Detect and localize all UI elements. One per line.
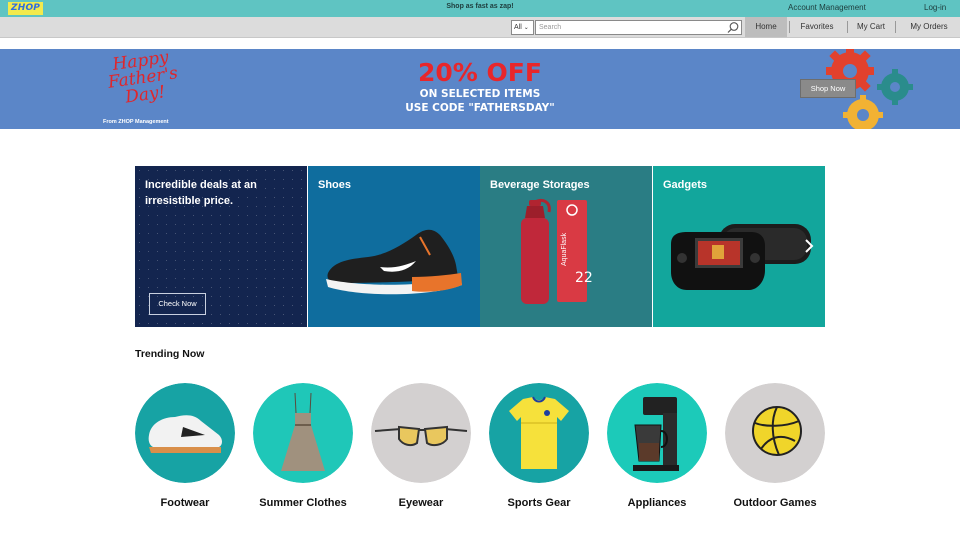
nav-my-orders[interactable]: My Orders bbox=[903, 17, 955, 37]
deals-title: Incredible deals at an irresistible pric… bbox=[145, 179, 257, 207]
search-icon[interactable] bbox=[726, 21, 740, 34]
sneaker-image bbox=[326, 229, 462, 295]
banner-from-text: From ZHOP Management bbox=[103, 119, 169, 125]
login-link[interactable]: Log-in bbox=[924, 3, 946, 12]
category-title: Shoes bbox=[318, 179, 352, 191]
shop-now-button[interactable]: Shop Now bbox=[800, 79, 856, 98]
trending-item-sports-gear[interactable] bbox=[489, 383, 589, 483]
category-select-value: All bbox=[514, 24, 522, 31]
category-title: Beverage Storages bbox=[490, 179, 590, 191]
promo-discount: 20% OFF bbox=[418, 58, 542, 87]
top-bar: ZHOP Shop as fast as zap! Account Manage… bbox=[0, 0, 960, 17]
eyeglasses-image bbox=[371, 383, 471, 483]
account-management-link[interactable]: Account Management bbox=[788, 3, 866, 12]
water-bottle-image: AquaFlask 22 bbox=[521, 198, 593, 304]
svg-text:AquaFlask: AquaFlask bbox=[561, 232, 568, 266]
chevron-down-icon: ⌄ bbox=[523, 25, 529, 31]
trending-item-footwear[interactable] bbox=[135, 383, 235, 483]
trending-item-summer-clothes[interactable] bbox=[253, 383, 353, 483]
category-tile-gadgets[interactable]: Gadgets bbox=[653, 166, 825, 327]
trending-item-eyewear[interactable] bbox=[371, 383, 471, 483]
jersey-image bbox=[489, 383, 589, 483]
trending-item-outdoor-games[interactable] bbox=[725, 383, 825, 483]
nav-divider bbox=[789, 21, 790, 33]
category-tile-beverage-storages[interactable]: Beverage Storages AquaFlask 22 bbox=[480, 166, 652, 327]
svg-text:22: 22 bbox=[575, 270, 593, 286]
nav-bar: All ⌄ Search Home Favorites My Cart My O… bbox=[0, 17, 960, 38]
dress-image bbox=[253, 383, 353, 483]
coffee-maker-image bbox=[607, 383, 707, 483]
fathers-day-greeting: Happy Father's Day! bbox=[106, 49, 180, 108]
nav-favorites[interactable]: Favorites bbox=[792, 17, 842, 37]
trending-label: Outdoor Games bbox=[733, 497, 817, 509]
category-tiles: Incredible deals at an irresistible pric… bbox=[135, 166, 825, 327]
nav-divider bbox=[895, 21, 896, 33]
chevron-right-icon[interactable] bbox=[801, 237, 817, 255]
nav-my-cart[interactable]: My Cart bbox=[850, 17, 892, 37]
category-select[interactable]: All ⌄ bbox=[511, 20, 534, 35]
trending-item-appliances[interactable] bbox=[607, 383, 707, 483]
category-tile-shoes[interactable]: Shoes bbox=[308, 166, 480, 327]
promo-line-2: USE CODE "FATHERSDAY" bbox=[405, 102, 555, 114]
handheld-console-image bbox=[671, 224, 811, 290]
deals-tile: Incredible deals at an irresistible pric… bbox=[135, 166, 307, 327]
nav-home[interactable]: Home bbox=[745, 17, 787, 37]
promo-banner: Happy Father's Day! From ZHOP Management… bbox=[0, 49, 960, 129]
category-title: Gadgets bbox=[663, 179, 708, 191]
footwear-image bbox=[135, 383, 235, 483]
search-input[interactable]: Search bbox=[535, 20, 742, 35]
check-now-button[interactable]: Check Now bbox=[149, 293, 206, 315]
volleyball-image bbox=[725, 383, 825, 483]
nav-divider bbox=[847, 21, 848, 33]
trending-title: Trending Now bbox=[135, 348, 205, 360]
promo-line-1: ON SELECTED ITEMS bbox=[419, 88, 541, 100]
search-placeholder: Search bbox=[539, 24, 562, 31]
promo-text: 20% OFF ON SELECTED ITEMS USE CODE "FATH… bbox=[355, 59, 605, 115]
